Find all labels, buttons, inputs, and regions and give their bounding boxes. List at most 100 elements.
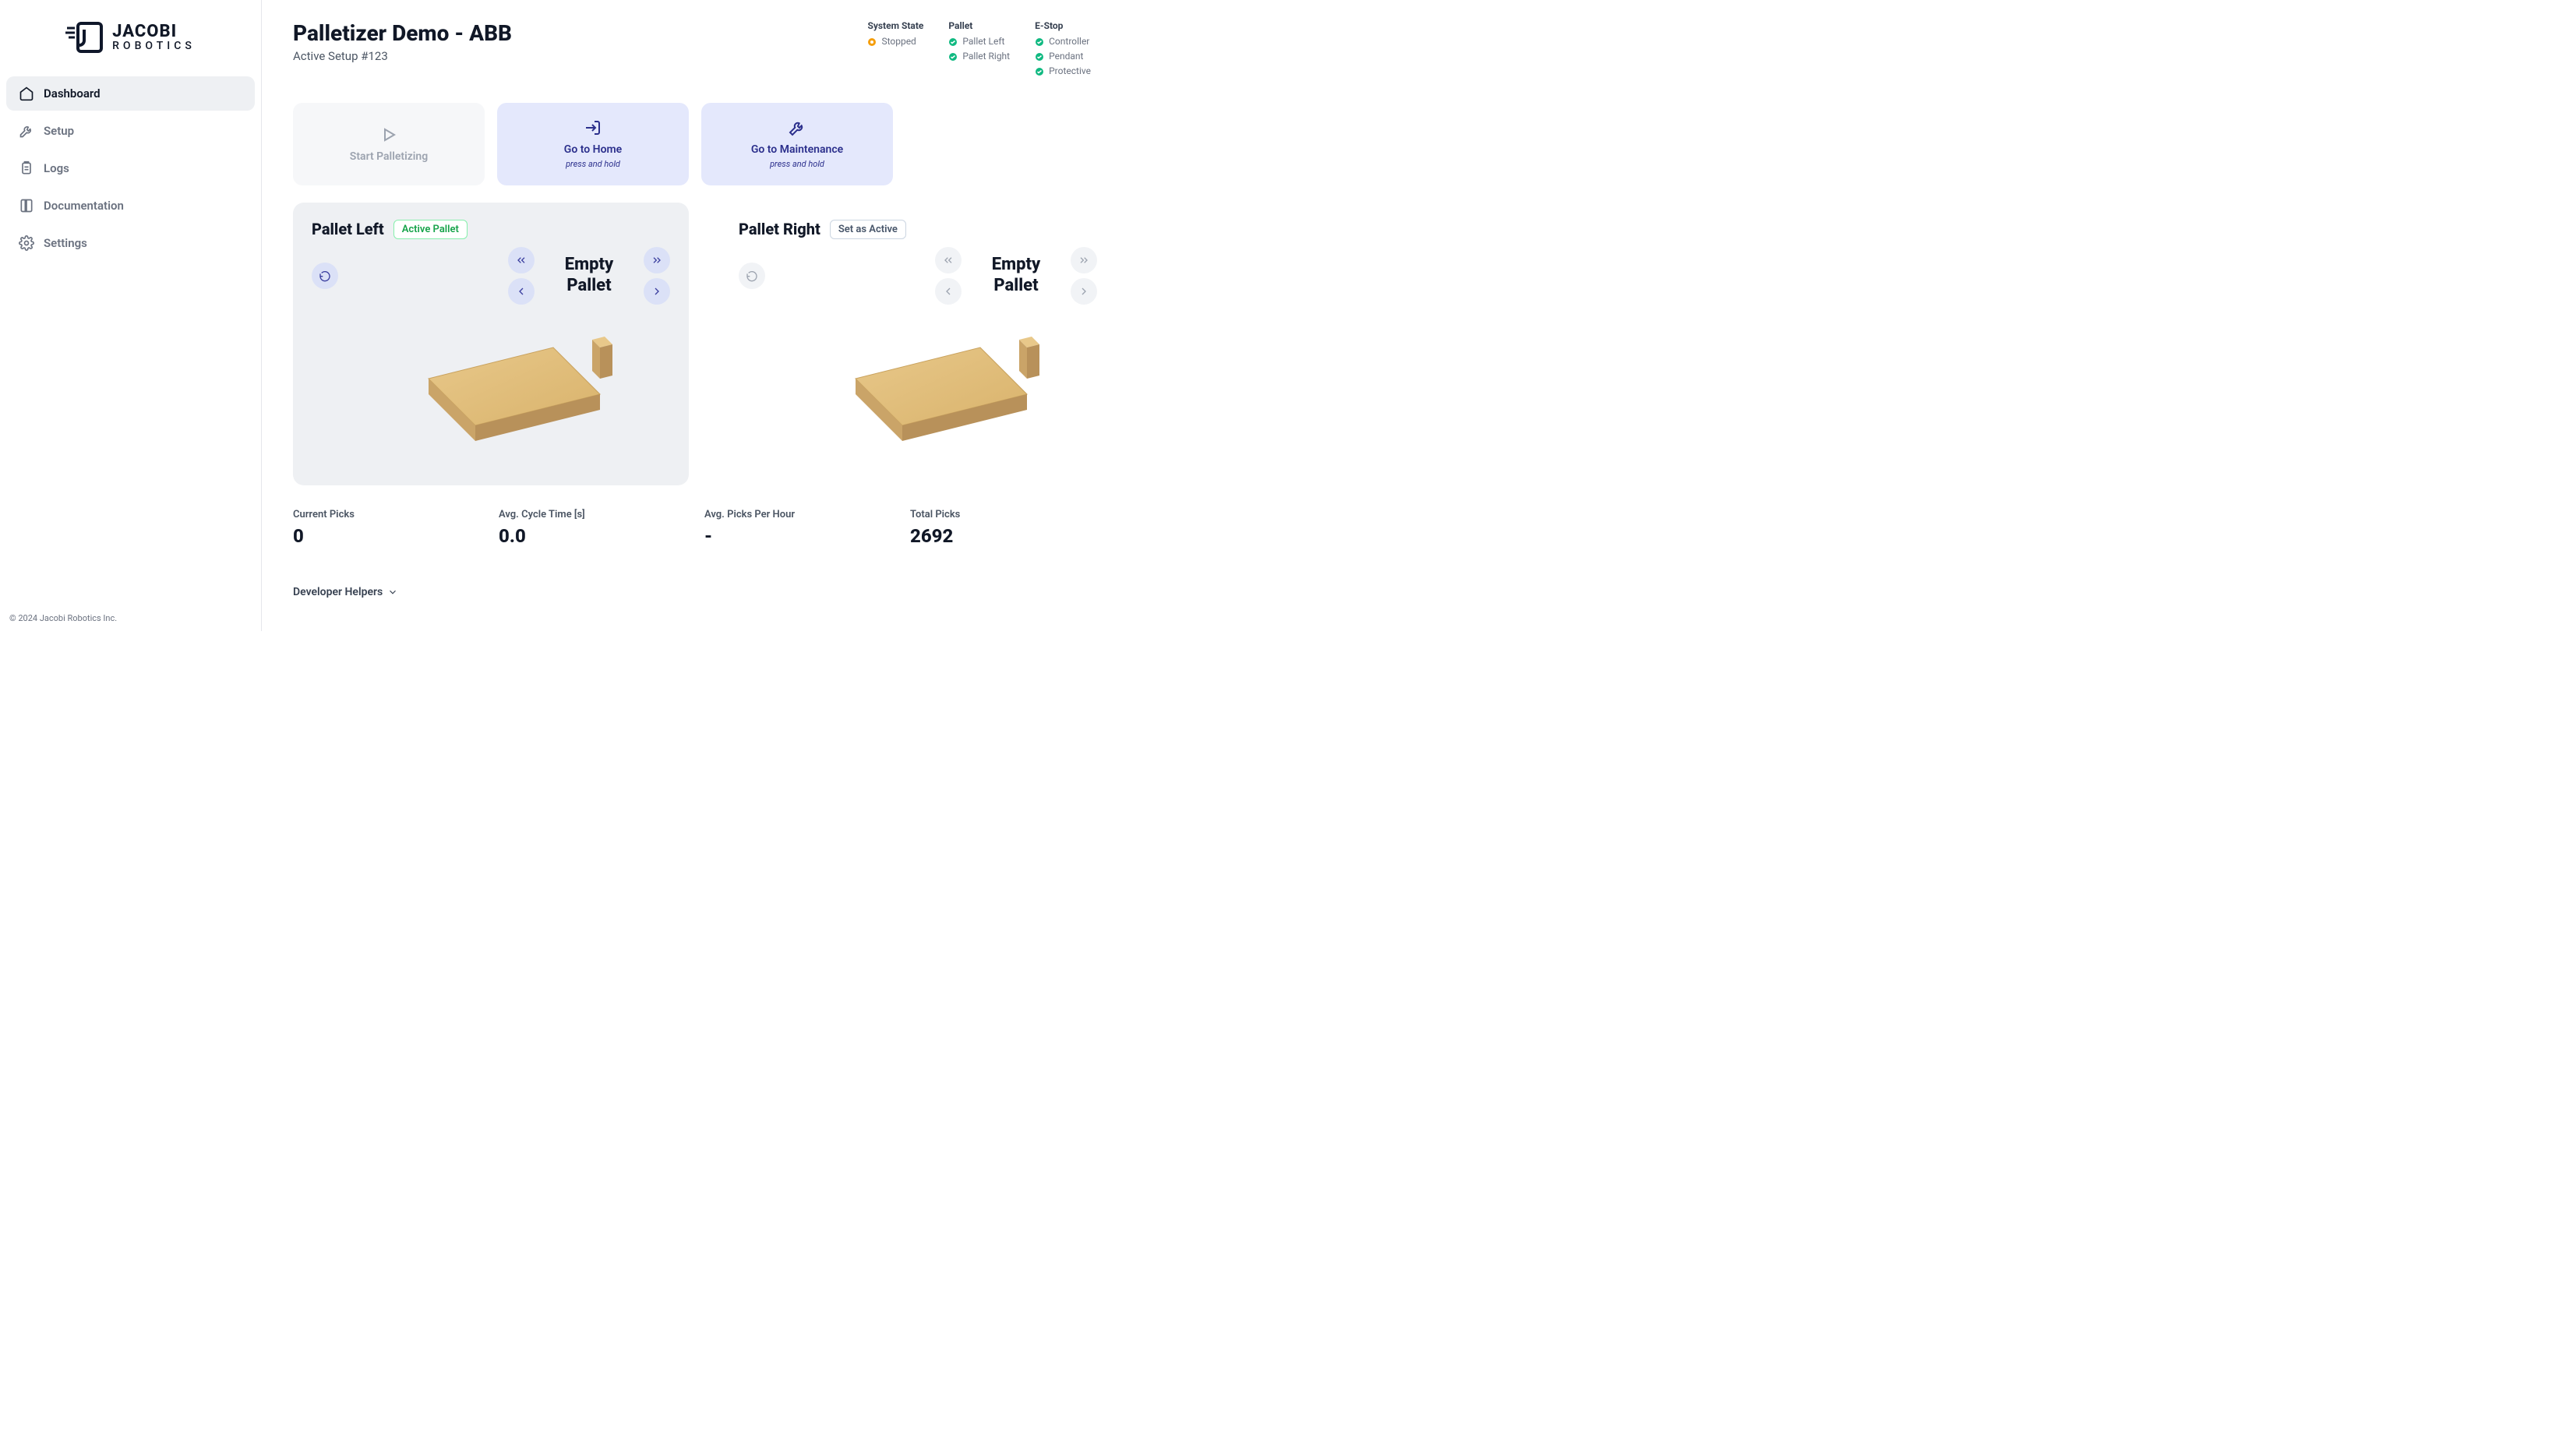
sidebar-item-dashboard[interactable]: Dashboard xyxy=(6,76,255,111)
actions: Start Palletizing Go to Home press and h… xyxy=(293,103,1091,185)
status-col-pallet: Pallet Pallet Left Pallet Right xyxy=(948,20,1010,79)
action-hint: press and hold xyxy=(770,159,824,169)
pallet-left-card: Pallet Left Active Pallet Empty Pallet xyxy=(293,203,689,485)
copyright: © 2024 Jacobi Robotics Inc. xyxy=(6,613,255,623)
status-item: Stopped xyxy=(867,34,923,49)
pallet-visualization xyxy=(739,305,1097,468)
pallet-title: Pallet Right xyxy=(739,220,820,238)
status-item: Pallet Left xyxy=(948,34,1010,49)
logo-mark-icon xyxy=(65,22,104,53)
chevron-left-icon xyxy=(942,285,955,298)
action-label: Go to Home xyxy=(564,143,622,156)
chevron-right-icon xyxy=(651,285,663,298)
set-as-active-button[interactable]: Set as Active xyxy=(830,220,906,239)
status-groups: System State Stopped Pallet Pallet Left … xyxy=(867,20,1091,79)
stat-value: 0.0 xyxy=(499,525,704,547)
stat-avg-picks-per-hour: Avg. Picks Per Hour - xyxy=(704,509,910,547)
status-header: Pallet xyxy=(948,20,1010,31)
undo-icon xyxy=(746,270,758,282)
sidebar-item-setup[interactable]: Setup xyxy=(6,114,255,148)
pallet-right-card: Pallet Right Set as Active Empty Pallet xyxy=(720,203,1116,485)
topbar: Palletizer Demo - ABB Active Setup #123 … xyxy=(293,20,1091,79)
go-to-home-button[interactable]: Go to Home press and hold xyxy=(497,103,689,185)
logo: JACOBI ROBOTICS xyxy=(6,22,255,53)
chevrons-right-icon xyxy=(651,254,663,266)
next-all-button[interactable] xyxy=(644,247,670,273)
logo-text-1: JACOBI xyxy=(112,23,196,41)
status-item: Pallet Right xyxy=(948,49,1010,64)
dev-helpers-label: Developer Helpers xyxy=(293,586,383,598)
go-to-maintenance-button[interactable]: Go to Maintenance press and hold xyxy=(701,103,893,185)
pallet-3d-icon xyxy=(358,309,623,464)
sidebar-item-settings[interactable]: Settings xyxy=(6,226,255,260)
chevrons-right-icon xyxy=(1078,254,1090,266)
stat-value: 2692 xyxy=(910,525,1116,547)
chevrons-left-icon xyxy=(942,254,955,266)
status-item: Controller xyxy=(1035,34,1091,49)
status-label: Controller xyxy=(1049,34,1089,49)
sidebar-item-label: Settings xyxy=(44,236,87,250)
start-palletizing-button[interactable]: Start Palletizing xyxy=(293,103,485,185)
prev-all-button[interactable] xyxy=(508,247,535,273)
sidebar-item-label: Setup xyxy=(44,124,74,138)
undo-button[interactable] xyxy=(312,263,338,289)
action-label: Go to Maintenance xyxy=(751,143,843,156)
status-col-estop: E-Stop Controller Pendant Protective xyxy=(1035,20,1091,79)
stat-label: Avg. Cycle Time [s] xyxy=(499,509,704,520)
book-icon xyxy=(19,198,34,213)
chevron-right-icon xyxy=(1078,285,1090,298)
active-pallet-badge: Active Pallet xyxy=(393,220,468,239)
clipboard-icon xyxy=(19,160,34,176)
logo-text-2: ROBOTICS xyxy=(112,41,196,51)
pallet-status: Empty Pallet xyxy=(542,255,636,296)
stat-current-picks: Current Picks 0 xyxy=(293,509,499,547)
sidebar-item-label: Logs xyxy=(44,161,69,175)
page-title: Palletizer Demo - ABB xyxy=(293,20,512,46)
pallets: Pallet Left Active Pallet Empty Pallet xyxy=(293,203,1091,485)
undo-icon xyxy=(319,270,331,282)
tools-icon xyxy=(19,123,34,139)
chevron-left-icon xyxy=(515,285,528,298)
pallet-visualization xyxy=(312,305,670,468)
page-subtitle: Active Setup #123 xyxy=(293,49,512,63)
next-all-button[interactable] xyxy=(1071,247,1097,273)
prev-button[interactable] xyxy=(935,278,962,305)
chevron-down-icon xyxy=(387,587,398,598)
status-header: E-Stop xyxy=(1035,20,1091,31)
play-icon xyxy=(379,125,398,144)
status-dot-icon xyxy=(867,37,877,47)
status-dot-icon xyxy=(1035,52,1044,62)
status-item: Pendant xyxy=(1035,49,1091,64)
prev-all-button[interactable] xyxy=(935,247,962,273)
undo-button[interactable] xyxy=(739,263,765,289)
sidebar-item-label: Dashboard xyxy=(44,86,101,101)
gear-icon xyxy=(19,235,34,251)
stat-avg-cycle-time: Avg. Cycle Time [s] 0.0 xyxy=(499,509,704,547)
pallet-status: Empty Pallet xyxy=(969,255,1063,296)
sidebar-item-documentation[interactable]: Documentation xyxy=(6,189,255,223)
stat-value: - xyxy=(704,525,910,547)
wrench-icon xyxy=(788,118,806,137)
next-button[interactable] xyxy=(644,278,670,305)
status-dot-icon xyxy=(948,37,958,47)
chevrons-left-icon xyxy=(515,254,528,266)
status-col-system: System State Stopped xyxy=(867,20,923,79)
title-block: Palletizer Demo - ABB Active Setup #123 xyxy=(293,20,512,63)
action-label: Start Palletizing xyxy=(350,150,428,163)
stat-label: Total Picks xyxy=(910,509,1116,520)
prev-button[interactable] xyxy=(508,278,535,305)
action-hint: press and hold xyxy=(566,159,620,169)
sidebar-item-label: Documentation xyxy=(44,199,124,213)
main: Palletizer Demo - ABB Active Setup #123 … xyxy=(262,0,1122,631)
next-button[interactable] xyxy=(1071,278,1097,305)
sidebar: JACOBI ROBOTICS Dashboard Setup Logs Doc… xyxy=(0,0,262,631)
developer-helpers-toggle[interactable]: Developer Helpers xyxy=(293,586,1091,598)
stat-value: 0 xyxy=(293,525,499,547)
pallet-title: Pallet Left xyxy=(312,220,384,238)
pallet-3d-icon xyxy=(785,309,1050,464)
status-label: Pallet Right xyxy=(962,49,1010,64)
stat-label: Current Picks xyxy=(293,509,499,520)
status-dot-icon xyxy=(948,52,958,62)
sidebar-item-logs[interactable]: Logs xyxy=(6,151,255,185)
status-label: Protective xyxy=(1049,64,1091,79)
